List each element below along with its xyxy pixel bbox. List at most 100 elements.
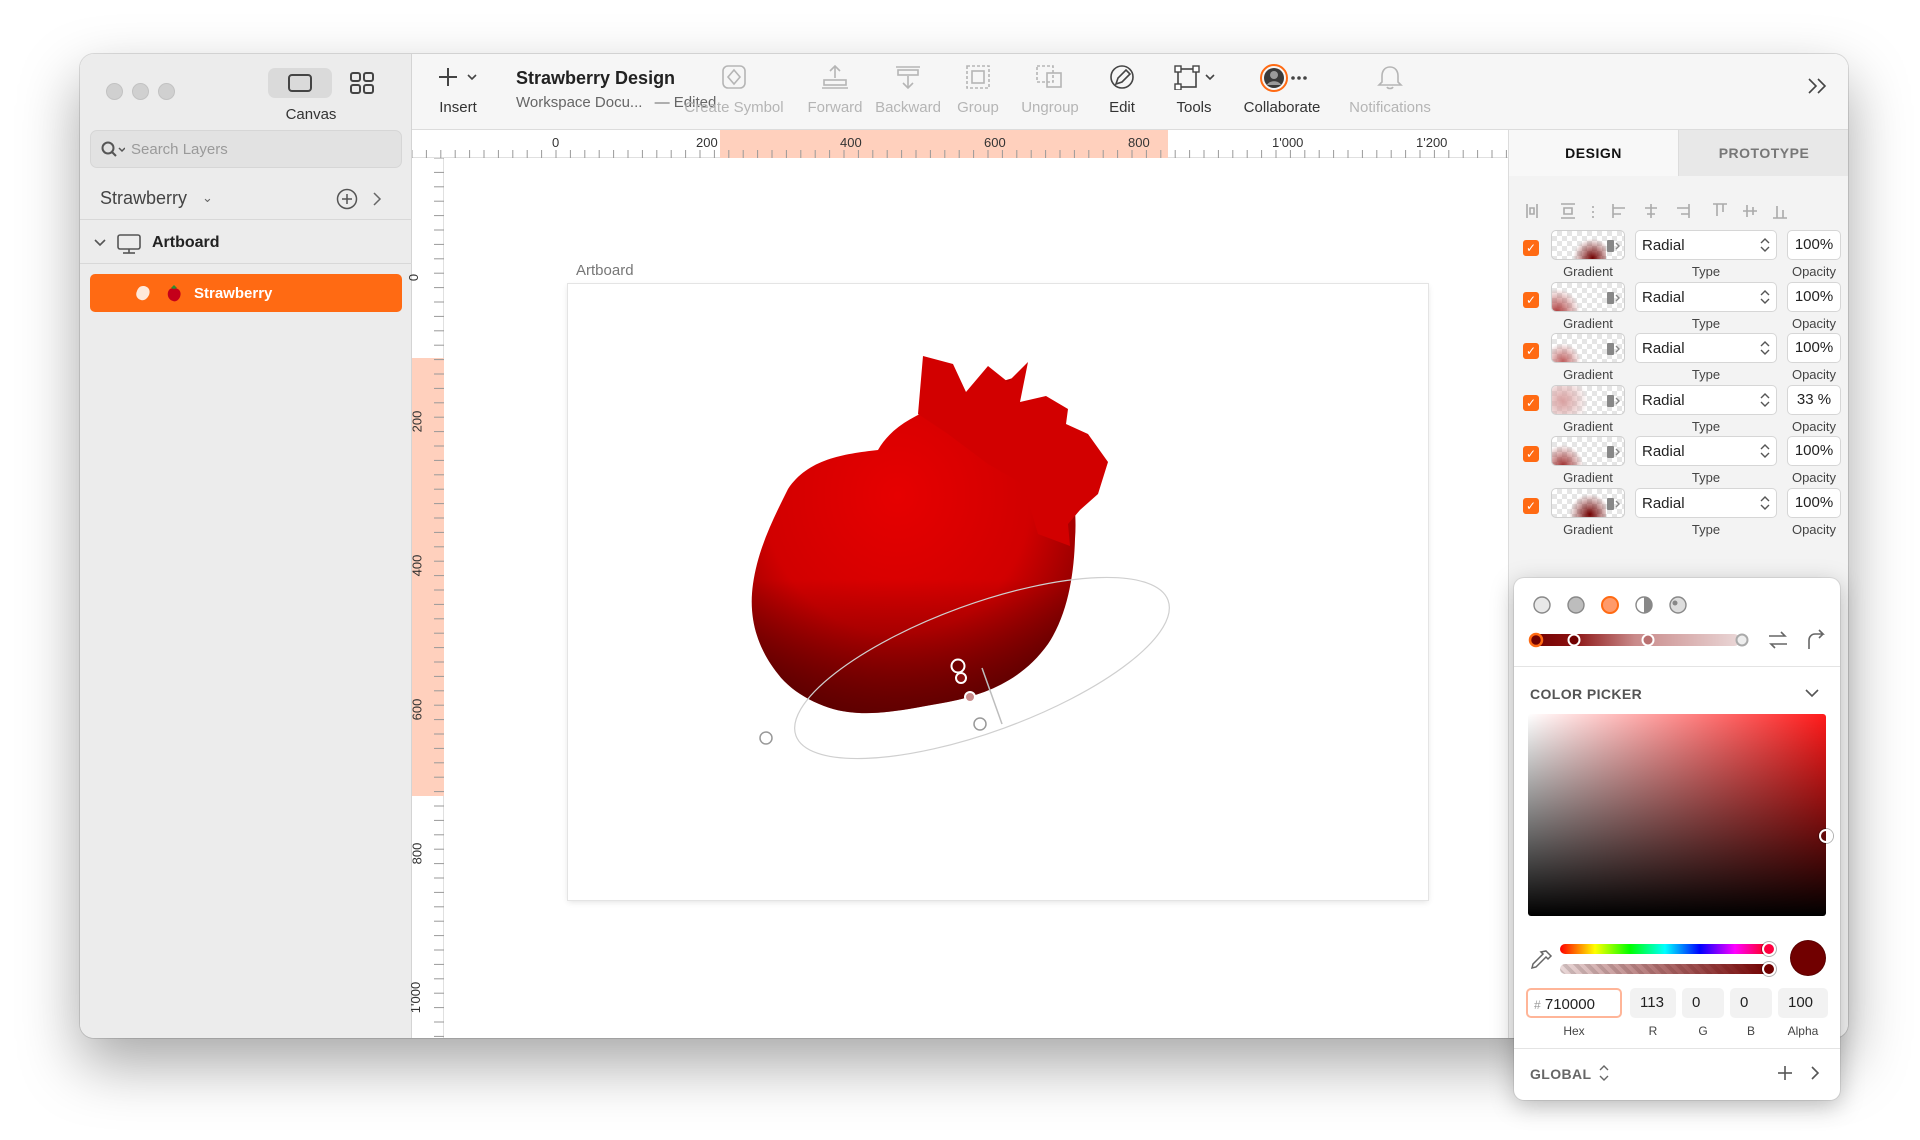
fill-opacity-field[interactable]: 100% xyxy=(1787,230,1841,260)
gradient-swatch[interactable] xyxy=(1551,281,1625,312)
ungroup-button[interactable]: Ungroup xyxy=(1014,64,1086,116)
hex-prefix: # xyxy=(1534,998,1541,1012)
fill-type-select[interactable]: Radial xyxy=(1635,436,1777,466)
ruler-label: 400 xyxy=(840,135,862,150)
strawberry-drawing[interactable] xyxy=(568,284,1428,900)
layer-row-artboard[interactable]: Artboard xyxy=(80,222,412,264)
fill-type-value: Radial xyxy=(1642,494,1685,512)
chevron-right-icon[interactable] xyxy=(1810,1066,1820,1080)
gradient-swatch[interactable] xyxy=(1551,384,1625,415)
updown-chevron-icon[interactable] xyxy=(1598,1064,1610,1082)
gradient-swatch[interactable] xyxy=(1551,333,1625,363)
hex-field[interactable]: # 710000 xyxy=(1526,988,1622,1018)
avatar-icon xyxy=(1260,64,1307,92)
strawberry-layer-name: Strawberry xyxy=(194,285,273,302)
fill-enabled-checkbox[interactable]: ✓ xyxy=(1523,446,1539,462)
layer-row-strawberry[interactable]: Strawberry xyxy=(90,274,402,312)
fill-type-selector[interactable] xyxy=(1530,592,1690,618)
fill-type-select[interactable]: Radial xyxy=(1635,333,1777,363)
fill-type-select[interactable]: Radial xyxy=(1635,384,1777,415)
gradient-swatch[interactable] xyxy=(1551,487,1625,518)
global-colors-label[interactable]: GLOBAL xyxy=(1530,1066,1592,1082)
type-caption: Type xyxy=(1691,315,1721,331)
artboard-title[interactable]: Artboard xyxy=(576,262,634,279)
swap-arrows-icon[interactable] xyxy=(1766,628,1790,652)
add-page-icon[interactable] xyxy=(336,188,358,210)
search-icon xyxy=(101,141,125,157)
current-color-swatch[interactable] xyxy=(1790,940,1826,976)
gradient-caption: Gradient xyxy=(1563,315,1613,331)
fill-type-select[interactable]: Radial xyxy=(1635,281,1777,312)
gradient-swatch[interactable] xyxy=(1551,436,1625,466)
fill-enabled-checkbox[interactable]: ✓ xyxy=(1523,343,1539,359)
collaborate-button[interactable]: Collaborate xyxy=(1236,64,1328,116)
hue-slider-handle[interactable] xyxy=(1762,942,1776,956)
tools-button[interactable]: Tools xyxy=(1164,64,1224,116)
add-color-icon[interactable] xyxy=(1776,1064,1794,1082)
fill-enabled-checkbox[interactable]: ✓ xyxy=(1523,291,1539,308)
fill-opacity-field[interactable]: 100% xyxy=(1787,333,1841,363)
gradient-swatch[interactable] xyxy=(1551,230,1625,260)
rotate-gradient-icon[interactable] xyxy=(1804,628,1828,652)
align-right-icon xyxy=(1677,204,1690,218)
chevron-right-icon[interactable] xyxy=(372,192,382,206)
gradient-stop-handle[interactable] xyxy=(955,672,967,684)
tab-design[interactable]: DESIGN xyxy=(1509,130,1679,176)
gradient-width-handle[interactable] xyxy=(759,731,773,745)
group-button[interactable]: Group xyxy=(950,64,1006,116)
zoom-window-button[interactable] xyxy=(158,83,175,100)
red-field[interactable]: 113 xyxy=(1630,988,1676,1018)
notifications-button[interactable]: Notifications xyxy=(1340,64,1440,116)
hue-slider[interactable] xyxy=(1560,944,1770,954)
create-symbol-button[interactable]: Create Symbol xyxy=(684,64,784,116)
gradient-stop-handles[interactable] xyxy=(1522,628,1752,652)
align-toolbar[interactable] xyxy=(1523,200,1839,222)
updown-chevron-icon xyxy=(1760,341,1770,355)
backward-label: Backward xyxy=(875,99,941,116)
ungroup-label: Ungroup xyxy=(1021,99,1079,116)
disclosure-triangle-icon[interactable] xyxy=(94,238,106,248)
fill-type-select[interactable]: Radial xyxy=(1635,487,1777,518)
align-top-icon xyxy=(1713,203,1727,216)
fill-opacity-field[interactable]: 100% xyxy=(1787,436,1841,466)
fill-opacity-field[interactable]: 100% xyxy=(1787,281,1841,312)
insert-button[interactable]: Insert xyxy=(430,64,486,116)
blue-field[interactable]: 0 xyxy=(1730,988,1772,1018)
page-selector[interactable]: Strawberry ⌄ xyxy=(80,176,412,220)
updown-chevron-icon xyxy=(1760,289,1770,304)
close-window-button[interactable] xyxy=(106,83,123,100)
expand-toolbar-icon[interactable] xyxy=(1806,76,1830,96)
ruler-label: 200 xyxy=(696,135,718,150)
tab-prototype[interactable]: PROTOTYPE xyxy=(1679,130,1848,176)
backward-button[interactable]: Backward xyxy=(872,64,944,116)
chevron-down-icon[interactable] xyxy=(1804,688,1820,700)
ruler-label: 1'000 xyxy=(408,981,424,1014)
alpha-slider[interactable] xyxy=(1560,964,1770,974)
gradient-center-handle[interactable] xyxy=(950,658,966,674)
gradient-end-handle[interactable] xyxy=(973,717,987,731)
forward-label: Forward xyxy=(807,99,863,116)
fill-opacity-field[interactable]: 100% xyxy=(1787,487,1841,518)
fill-enabled-checkbox[interactable]: ✓ xyxy=(1523,394,1539,411)
fill-enabled-checkbox[interactable]: ✓ xyxy=(1523,240,1539,256)
horizontal-ruler[interactable]: 0 200 400 600 800 1'000 1'200 xyxy=(412,130,1508,158)
forward-button[interactable]: Forward xyxy=(804,64,866,116)
fill-type-value: Radial xyxy=(1642,237,1685,254)
vertical-ruler[interactable]: 0 200 400 600 800 1'000 xyxy=(406,158,444,1038)
grid-view-icon[interactable] xyxy=(350,72,374,94)
alpha-field[interactable]: 100 xyxy=(1778,988,1828,1018)
edit-button[interactable]: Edit xyxy=(1100,64,1144,116)
fill-enabled-checkbox[interactable]: ✓ xyxy=(1523,497,1539,514)
fill-row[interactable]: ✓ Radial 100% Gradient Type Opacity xyxy=(1509,487,1848,548)
fill-type-select[interactable]: Radial xyxy=(1635,230,1777,260)
saturation-brightness-field[interactable] xyxy=(1528,714,1826,916)
alpha-slider-handle[interactable] xyxy=(1762,962,1776,976)
fill-opacity-field[interactable]: 33 % xyxy=(1787,384,1841,415)
search-layers-input[interactable]: Search Layers xyxy=(90,130,402,168)
gradient-stop-handle[interactable] xyxy=(964,691,976,703)
green-field[interactable]: 0 xyxy=(1682,988,1724,1018)
eyedropper-icon[interactable] xyxy=(1528,948,1554,974)
minimize-window-button[interactable] xyxy=(132,83,149,100)
chevron-down-icon: ⌄ xyxy=(202,190,213,205)
color-field-handle[interactable] xyxy=(1819,829,1833,843)
